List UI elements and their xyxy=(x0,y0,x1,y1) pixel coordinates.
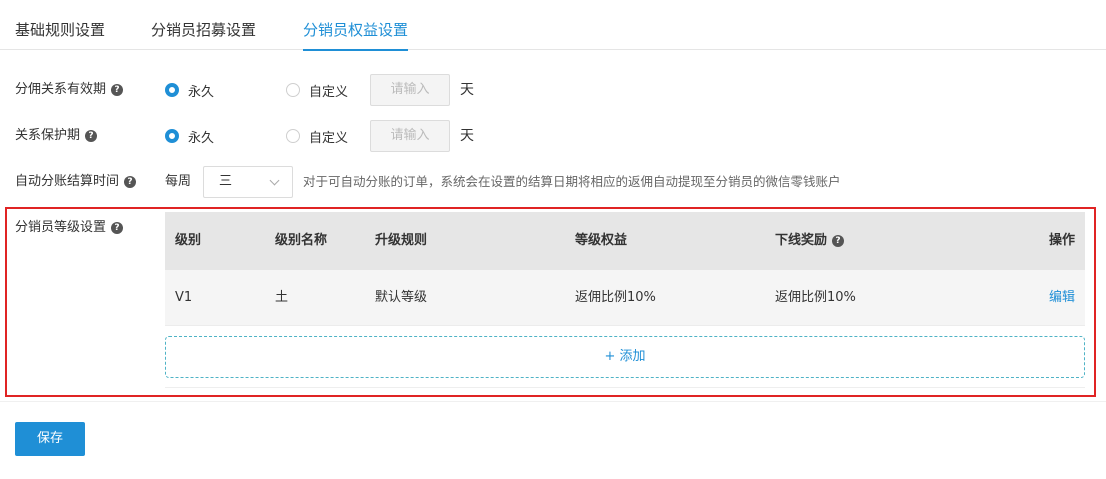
cell-level-benefit: 返佣比例10% xyxy=(575,290,656,305)
radio-custom[interactable]: 自定义 xyxy=(286,74,348,106)
settlement-hint: 对于可自动分账的订单，系统会在设置的结算日期将相应的返佣自动提现至分销员的微信零… xyxy=(303,174,841,189)
level-settings-label: 分销员等级设置 ? xyxy=(15,212,124,244)
auto-settlement-row: 自动分账结算时间 ? 每周 三 对于可自动分账的订单，系统会在设置的结算日期将相… xyxy=(0,166,1106,198)
days-input[interactable]: 请输入 xyxy=(370,120,450,152)
radio-unchecked-icon xyxy=(286,83,300,97)
divider xyxy=(165,387,1085,388)
col-action: 操作 xyxy=(1048,233,1075,248)
col-downline-reward: 下线奖励 ? xyxy=(775,212,845,270)
cell-downline-reward: 返佣比例10% xyxy=(775,290,856,305)
radio-permanent[interactable]: 永久 xyxy=(165,120,214,152)
col-level: 级别 xyxy=(175,233,202,248)
question-circle-icon[interactable]: ? xyxy=(85,130,98,142)
col-level-benefit: 等级权益 xyxy=(575,233,628,248)
radio-permanent[interactable]: 永久 xyxy=(165,74,214,106)
auto-settlement-label: 自动分账结算时间 ? xyxy=(15,166,137,198)
commission-validity-row: 分佣关系有效期 ? 永久 自定义 请输入 天 xyxy=(0,74,1106,106)
cell-upgrade-rule: 默认等级 xyxy=(375,290,428,305)
weekday-select[interactable]: 三 xyxy=(203,166,293,198)
protection-period-row: 关系保护期 ? 永久 自定义 请输入 天 xyxy=(0,120,1106,152)
days-unit: 天 xyxy=(460,128,474,144)
table-row: V1 土 默认等级 返佣比例10% 返佣比例10% 编辑 xyxy=(165,270,1085,326)
edit-link[interactable]: 编辑 xyxy=(1049,270,1075,326)
add-level-button[interactable]: + 添加 xyxy=(165,336,1085,378)
radio-checked-icon xyxy=(165,83,179,97)
settings-tabs: 基础规则设置 分销员招募设置 分销员权益设置 xyxy=(0,0,1106,51)
divider xyxy=(0,401,1106,402)
radio-unchecked-icon xyxy=(286,129,300,143)
level-table: 级别 级别名称 升级规则 等级权益 下线奖励 ? 操作 V1 土 默认等级 返佣… xyxy=(165,212,1085,326)
weekday-value: 三 xyxy=(219,174,233,189)
chevron-down-icon xyxy=(269,175,280,186)
col-level-name: 级别名称 xyxy=(275,233,328,248)
days-input[interactable]: 请输入 xyxy=(370,74,450,106)
col-upgrade-rule: 升级规则 xyxy=(375,233,428,248)
save-button[interactable]: 保存 xyxy=(15,422,85,456)
question-circle-icon[interactable]: ? xyxy=(124,176,137,188)
tab-basic-rules[interactable]: 基础规则设置 xyxy=(15,20,105,50)
question-circle-icon[interactable]: ? xyxy=(832,235,845,247)
radio-checked-icon xyxy=(165,129,179,143)
days-unit: 天 xyxy=(460,82,474,98)
tab-rights-settings[interactable]: 分销员权益设置 xyxy=(303,20,409,51)
cell-level: V1 xyxy=(175,290,193,305)
cell-level-name: 土 xyxy=(275,290,289,305)
question-circle-icon[interactable]: ? xyxy=(111,222,124,234)
radio-custom[interactable]: 自定义 xyxy=(286,120,348,152)
question-circle-icon[interactable]: ? xyxy=(111,84,124,96)
weekly-prefix: 每周 xyxy=(165,174,192,189)
commission-validity-label: 分佣关系有效期 ? xyxy=(15,74,124,106)
protection-period-label: 关系保护期 ? xyxy=(15,120,98,152)
table-header: 级别 级别名称 升级规则 等级权益 下线奖励 ? 操作 xyxy=(165,212,1085,270)
tab-recruitment[interactable]: 分销员招募设置 xyxy=(151,20,256,50)
